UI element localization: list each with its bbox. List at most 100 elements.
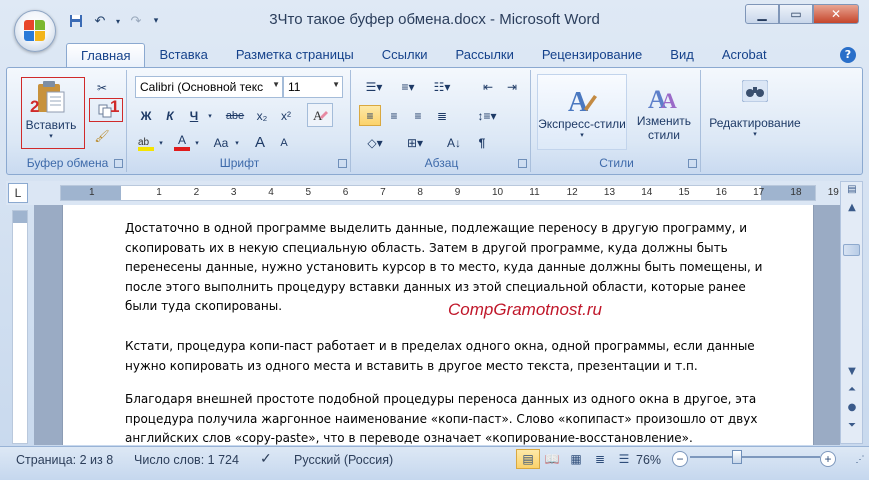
dialog-launcher-icon[interactable] (114, 159, 123, 168)
chevron-down-icon[interactable]: ▾ (233, 132, 241, 153)
tab-references[interactable]: Ссылки (368, 43, 442, 68)
scrollbar-thumb[interactable] (843, 244, 860, 256)
tab-mailings[interactable]: Рассылки (442, 43, 528, 68)
decrease-indent-icon[interactable]: ⇤ (477, 76, 499, 97)
document-page[interactable]: Достаточно в одной программе выделить да… (62, 205, 814, 445)
document-text[interactable]: Достаточно в одной программе выделить да… (125, 219, 765, 463)
underline-button[interactable]: Ч (183, 105, 205, 126)
ruler-number: 10 (492, 187, 504, 198)
cut-icon[interactable]: ✂ (91, 77, 113, 98)
full-screen-reading-icon[interactable]: 📖 (540, 449, 564, 469)
increase-indent-icon[interactable]: ⇥ (501, 76, 523, 97)
dialog-launcher-icon[interactable] (688, 159, 697, 168)
resize-grip-icon[interactable]: ⋰ (848, 449, 869, 469)
justify-icon[interactable]: ≣ (431, 105, 453, 126)
quick-styles-label: Экспресс-стили (538, 117, 626, 131)
highlight-icon[interactable]: ab (135, 132, 157, 153)
browse-object-icon[interactable]: ● (845, 402, 859, 416)
borders-icon[interactable]: ⊞▾ (399, 132, 431, 153)
ruler-number: 17 (753, 187, 765, 198)
office-button[interactable] (14, 10, 56, 52)
multilevel-list-icon[interactable]: ☷▾ (427, 76, 457, 97)
font-color-button[interactable]: A (171, 132, 193, 153)
ruler-number: 2 (193, 187, 200, 198)
align-right-icon[interactable]: ≡ (407, 105, 429, 126)
change-styles-button[interactable]: AA Изменить стили (631, 74, 697, 150)
change-case-button[interactable]: Aa (209, 132, 233, 153)
zoom-in-icon[interactable]: + (820, 451, 836, 467)
minimize-icon[interactable]: ▁ (745, 4, 779, 24)
scroll-down-icon[interactable]: ▼ (845, 366, 859, 380)
chevron-down-icon[interactable]: ▾ (205, 105, 215, 126)
dialog-launcher-icon[interactable] (518, 159, 527, 168)
superscript-button[interactable]: x² (275, 105, 297, 126)
align-center-icon[interactable]: ≡ (383, 105, 405, 126)
shading-icon[interactable]: ◇▾ (359, 132, 391, 153)
dialog-launcher-icon[interactable] (338, 159, 347, 168)
web-layout-icon[interactable]: ▦ (564, 449, 588, 469)
grow-font-button[interactable]: A (249, 132, 271, 153)
tab-acrobat[interactable]: Acrobat (708, 43, 781, 68)
tab-home[interactable]: Главная (66, 43, 146, 68)
italic-button[interactable]: К (159, 105, 181, 126)
format-painter-icon[interactable]: 🖌 (91, 125, 113, 146)
numbering-icon[interactable]: ≡▾ (393, 76, 423, 97)
subscript-button[interactable]: x₂ (251, 105, 273, 126)
ruler-number: 6 (342, 187, 349, 198)
paragraph-3[interactable]: Благодаря внешней простоте подобной проц… (125, 390, 765, 449)
close-icon[interactable]: ✕ (813, 4, 859, 24)
horizontal-ruler[interactable]: 1 1 2 3 4 5 6 7 8 9 10 11 12 13 14 15 16 17 18 19 (60, 185, 839, 201)
zoom-level[interactable]: 76% (636, 453, 661, 467)
help-icon[interactable]: ? (840, 47, 856, 63)
ruler-number: 14 (641, 187, 653, 198)
clear-formatting-icon[interactable]: A (307, 103, 333, 127)
print-layout-icon[interactable]: ▤ (516, 449, 540, 469)
quick-styles-button[interactable]: A Экспресс-стили ▾ (537, 74, 627, 150)
chevron-down-icon: ▼ (272, 80, 280, 89)
chevron-down-icon[interactable]: ▾ (193, 132, 201, 153)
ruler-number: 7 (380, 187, 386, 198)
line-spacing-icon[interactable]: ↕≡▾ (471, 105, 503, 126)
group-styles: A Экспресс-стили ▾ AA Изменить стили Сти… (533, 70, 701, 172)
font-name-combo[interactable]: Calibri (Основной текс ▼ (135, 76, 283, 98)
ruler-toggle-icon[interactable]: ▤ (845, 184, 859, 198)
editing-button[interactable]: Редактирование ▾ (705, 74, 805, 170)
word-window: ↶ ▾ ↷ ▾ 3Что такое буфер обмена.docx - M… (0, 0, 869, 480)
tab-selector[interactable]: L (8, 183, 28, 203)
strikethrough-button[interactable]: abe (221, 105, 249, 126)
ruler-number: 1 (156, 187, 162, 198)
scroll-up-icon[interactable]: ▲ (845, 202, 859, 216)
zoom-slider-thumb[interactable] (732, 450, 742, 464)
bullets-icon[interactable]: ☰▾ (359, 76, 389, 97)
tab-view[interactable]: Вид (656, 43, 708, 68)
vertical-scrollbar[interactable]: ▤ ▲ ▼ ⏶ ● ⏷ (840, 181, 863, 444)
window-title: 3Что такое буфер обмена.docx - Microsoft… (269, 11, 600, 28)
tab-review[interactable]: Рецензирование (528, 43, 656, 68)
paragraph-2[interactable]: Кстати, процедура копи-паст работает и в… (125, 337, 765, 376)
vertical-ruler[interactable] (12, 210, 28, 444)
ruler-number: 18 (790, 187, 802, 198)
proofing-icon[interactable]: ✓ (260, 450, 272, 467)
next-page-icon[interactable]: ⏷ (845, 420, 859, 434)
font-size-combo[interactable]: 11 ▼ (283, 76, 343, 98)
show-formatting-button[interactable]: ¶ (471, 132, 493, 153)
align-left-icon[interactable]: ≡ (359, 105, 381, 126)
zoom-slider-track[interactable] (690, 456, 820, 458)
tab-insert[interactable]: Вставка (145, 43, 221, 68)
shrink-font-button[interactable]: A (273, 132, 295, 153)
bold-button[interactable]: Ж (135, 105, 157, 126)
language-indicator[interactable]: Русский (Россия) (294, 453, 393, 467)
tab-page-layout[interactable]: Разметка страницы (222, 43, 368, 68)
ruler-number: 4 (268, 187, 274, 198)
draft-icon[interactable]: ☰ (612, 449, 636, 469)
ruler-number: 8 (417, 187, 423, 198)
outline-icon[interactable]: ≣ (588, 449, 612, 469)
maximize-icon[interactable]: ▭ (779, 4, 813, 24)
page-count[interactable]: Страница: 2 из 8 (16, 453, 113, 467)
font-color-bar-icon (174, 147, 190, 151)
chevron-down-icon[interactable]: ▾ (157, 132, 165, 153)
word-count[interactable]: Число слов: 1 724 (134, 453, 239, 467)
previous-page-icon[interactable]: ⏶ (845, 384, 859, 398)
zoom-out-icon[interactable]: − (672, 451, 688, 467)
sort-icon[interactable]: A↓ (443, 132, 465, 153)
